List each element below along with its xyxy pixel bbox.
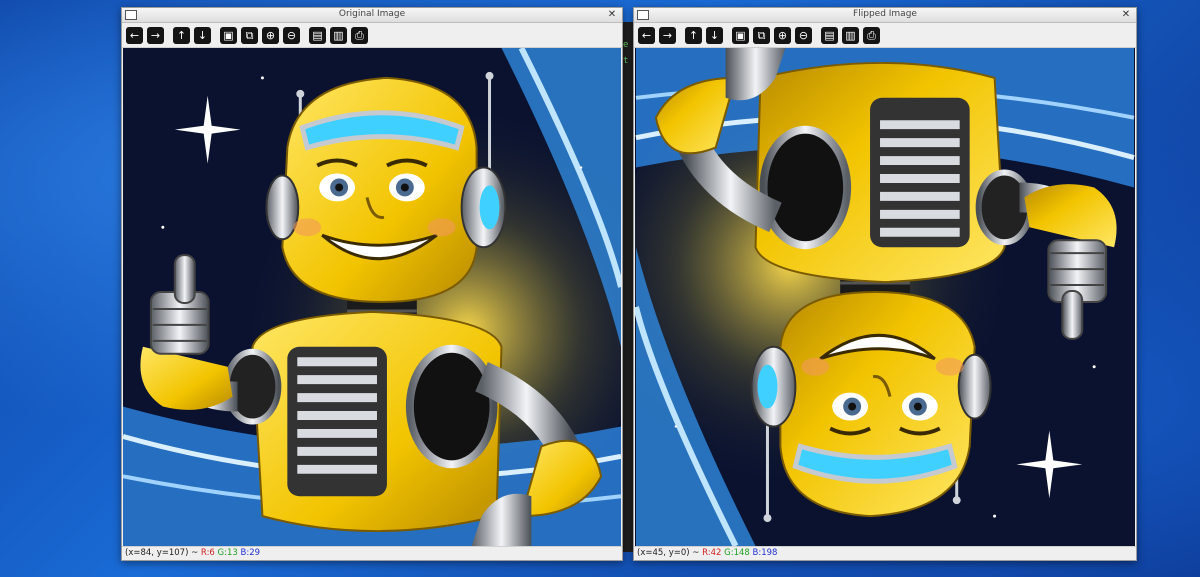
arrow-left-icon[interactable]: ← [638, 26, 655, 44]
toolbar: ← → ↑ ↓ ▣ ⧉ ⊕ ⊖ ▤ ▥ ⎙ [634, 23, 1136, 48]
close-window-icon[interactable]: ✕ [1120, 8, 1132, 22]
zoom-in-icon[interactable]: ⊕ [262, 26, 279, 44]
pixel-blue-value: B:29 [240, 548, 261, 558]
terminal-text-fragment: e [623, 40, 629, 50]
cursor-coords: (x=84, y=107) ~ [125, 548, 199, 558]
zoom-fit-icon[interactable]: ▣ [732, 26, 749, 44]
window-title: Original Image [338, 9, 406, 19]
save-icon[interactable]: ▤ [821, 26, 838, 44]
arrow-up-icon[interactable]: ↑ [685, 26, 702, 44]
print-icon[interactable]: ⎙ [351, 26, 368, 44]
arrow-down-icon[interactable]: ↓ [706, 26, 723, 44]
robot-image [123, 48, 621, 546]
properties-icon[interactable]: ▥ [842, 26, 859, 44]
arrow-right-icon[interactable]: → [147, 26, 164, 44]
pixel-red-value: R:42 [702, 548, 722, 558]
cursor-coords: (x=45, y=0) ~ [637, 548, 700, 558]
pixel-red-value: R:6 [200, 548, 215, 558]
window-title: Flipped Image [853, 9, 917, 19]
zoom-out-icon[interactable]: ⊖ [283, 26, 300, 44]
zoom-window-icon[interactable]: ⧉ [753, 26, 770, 44]
print-icon[interactable]: ⎙ [863, 26, 880, 44]
robot-image-flipped [635, 48, 1135, 546]
arrow-left-icon[interactable]: ← [126, 26, 143, 44]
window-flipped-image: Flipped Image ✕ ← → ↑ ↓ ▣ ⧉ ⊕ ⊖ ▤ ▥ ⎙ (x… [633, 7, 1137, 561]
arrow-right-icon[interactable]: → [659, 26, 676, 44]
window-original-image: Original Image ✕ ← → ↑ ↓ ▣ ⧉ ⊕ ⊖ ▤ ▥ ⎙ (… [121, 7, 623, 561]
pixel-green-value: G:13 [217, 548, 238, 558]
pixel-green-value: G:148 [724, 548, 750, 558]
save-icon[interactable]: ▤ [309, 26, 326, 44]
pixel-blue-value: B:198 [752, 548, 778, 558]
arrow-down-icon[interactable]: ↓ [194, 26, 211, 44]
statusbar: (x=45, y=0) ~ R:42 G:148 B:198 [634, 546, 1136, 560]
image-canvas[interactable] [635, 48, 1135, 546]
titlebar: Flipped Image ✕ [634, 8, 1136, 23]
zoom-fit-icon[interactable]: ▣ [220, 26, 237, 44]
statusbar: (x=84, y=107) ~ R:6 G:13 B:29 [122, 546, 622, 560]
image-canvas[interactable] [123, 48, 621, 546]
close-window-icon[interactable]: ✕ [606, 8, 618, 22]
arrow-up-icon[interactable]: ↑ [173, 26, 190, 44]
toolbar: ← → ↑ ↓ ▣ ⧉ ⊕ ⊖ ▤ ▥ ⎙ [122, 23, 622, 48]
terminal-text-fragment: t [623, 56, 629, 66]
zoom-out-icon[interactable]: ⊖ [795, 26, 812, 44]
properties-icon[interactable]: ▥ [330, 26, 347, 44]
titlebar: Original Image ✕ [122, 8, 622, 23]
zoom-in-icon[interactable]: ⊕ [774, 26, 791, 44]
zoom-window-icon[interactable]: ⧉ [241, 26, 258, 44]
